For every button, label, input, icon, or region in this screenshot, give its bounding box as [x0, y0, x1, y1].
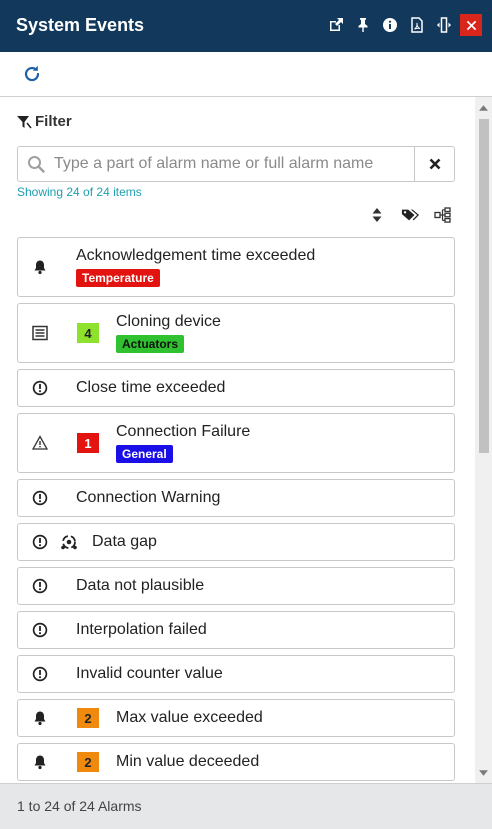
window-tools: [320, 14, 482, 36]
list-item[interactable]: 4 Cloning device Actuators: [17, 303, 455, 363]
data-gap-icon: [60, 533, 78, 551]
alarm-name: Data not plausible: [76, 577, 205, 594]
alarm-name: Data gap: [92, 533, 157, 550]
list-item[interactable]: Data gap: [17, 523, 455, 561]
alarm-name: Close time exceeded: [76, 379, 226, 396]
events-panel: Filter Showing 24 of 24 items Acknowledg…: [0, 97, 492, 783]
scrollbar[interactable]: [475, 97, 492, 783]
popout-icon[interactable]: [325, 14, 347, 36]
info-icon[interactable]: [379, 14, 401, 36]
count-badge: 4: [77, 323, 99, 343]
alarm-name: Connection Warning: [76, 489, 221, 506]
refresh-icon[interactable]: [22, 64, 42, 84]
item-count-text: Showing 24 of 24 items: [17, 185, 142, 199]
exclamation-circle-icon: [31, 480, 49, 516]
exclamation-circle-icon: [31, 656, 49, 692]
scroll-up-icon[interactable]: [475, 99, 492, 116]
search-box: [17, 146, 455, 182]
pin-icon[interactable]: [352, 14, 374, 36]
search-icon: [18, 147, 54, 181]
tag-icon[interactable]: [401, 206, 419, 224]
window-titlebar: System Events: [0, 0, 492, 52]
list-item[interactable]: Connection Warning: [17, 479, 455, 517]
pdf-icon[interactable]: [406, 14, 428, 36]
alarm-summary: 1 to 24 of 24 Alarms: [17, 798, 142, 814]
list-item[interactable]: Acknowledgement time exceeded Temperatur…: [17, 237, 455, 297]
alarm-name: Connection Failure: [116, 423, 251, 440]
exclamation-circle-icon: [31, 612, 49, 648]
bell-icon: [31, 700, 49, 736]
category-tag: General: [116, 445, 173, 463]
scrollbar-thumb[interactable]: [479, 119, 489, 453]
warning-triangle-icon: [31, 414, 49, 472]
clear-icon: [429, 158, 440, 170]
scroll-down-icon[interactable]: [475, 764, 492, 781]
count-badge: 2: [77, 752, 99, 772]
alarm-name: Interpolation failed: [76, 621, 207, 638]
filter-header[interactable]: Filter: [16, 113, 72, 130]
hierarchy-icon[interactable]: [434, 206, 452, 224]
list-item[interactable]: 2 Min value deceeded: [17, 743, 455, 781]
list-item[interactable]: Data not plausible: [17, 567, 455, 605]
list-item[interactable]: 1 Connection Failure General: [17, 413, 455, 473]
category-tag: Temperature: [76, 269, 160, 287]
list-icon: [31, 304, 49, 362]
alarm-name: Min value deceeded: [116, 753, 260, 770]
sort-icon[interactable]: [368, 206, 386, 224]
alarm-name: Max value exceeded: [116, 709, 263, 726]
filter-icon: [17, 115, 32, 128]
search-input[interactable]: [54, 147, 414, 181]
filter-label: Filter: [35, 113, 72, 130]
exclamation-circle-icon: [31, 370, 49, 406]
resize-icon[interactable]: [433, 14, 455, 36]
clear-search-button[interactable]: [414, 147, 454, 181]
close-icon[interactable]: [460, 14, 482, 36]
alarm-name: Cloning device: [116, 313, 221, 330]
count-badge: 1: [77, 433, 99, 453]
exclamation-circle-icon: [31, 568, 49, 604]
list-item[interactable]: Close time exceeded: [17, 369, 455, 407]
count-badge: 2: [77, 708, 99, 728]
category-tag: Actuators: [116, 335, 185, 353]
toolbar: [0, 52, 492, 97]
alarm-list: Acknowledgement time exceeded Temperatur…: [17, 237, 455, 783]
bell-icon: [31, 744, 49, 780]
list-item[interactable]: 2 Max value exceeded: [17, 699, 455, 737]
window-title: System Events: [16, 15, 145, 35]
footer: 1 to 24 of 24 Alarms: [0, 783, 492, 829]
list-item[interactable]: Invalid counter value: [17, 655, 455, 693]
bell-icon: [31, 238, 49, 296]
alarm-name: Acknowledgement time exceeded: [76, 247, 316, 264]
list-item[interactable]: Interpolation failed: [17, 611, 455, 649]
exclamation-circle-icon: [31, 524, 49, 560]
sort-toolbar: [353, 206, 452, 224]
alarm-name: Invalid counter value: [76, 665, 223, 682]
